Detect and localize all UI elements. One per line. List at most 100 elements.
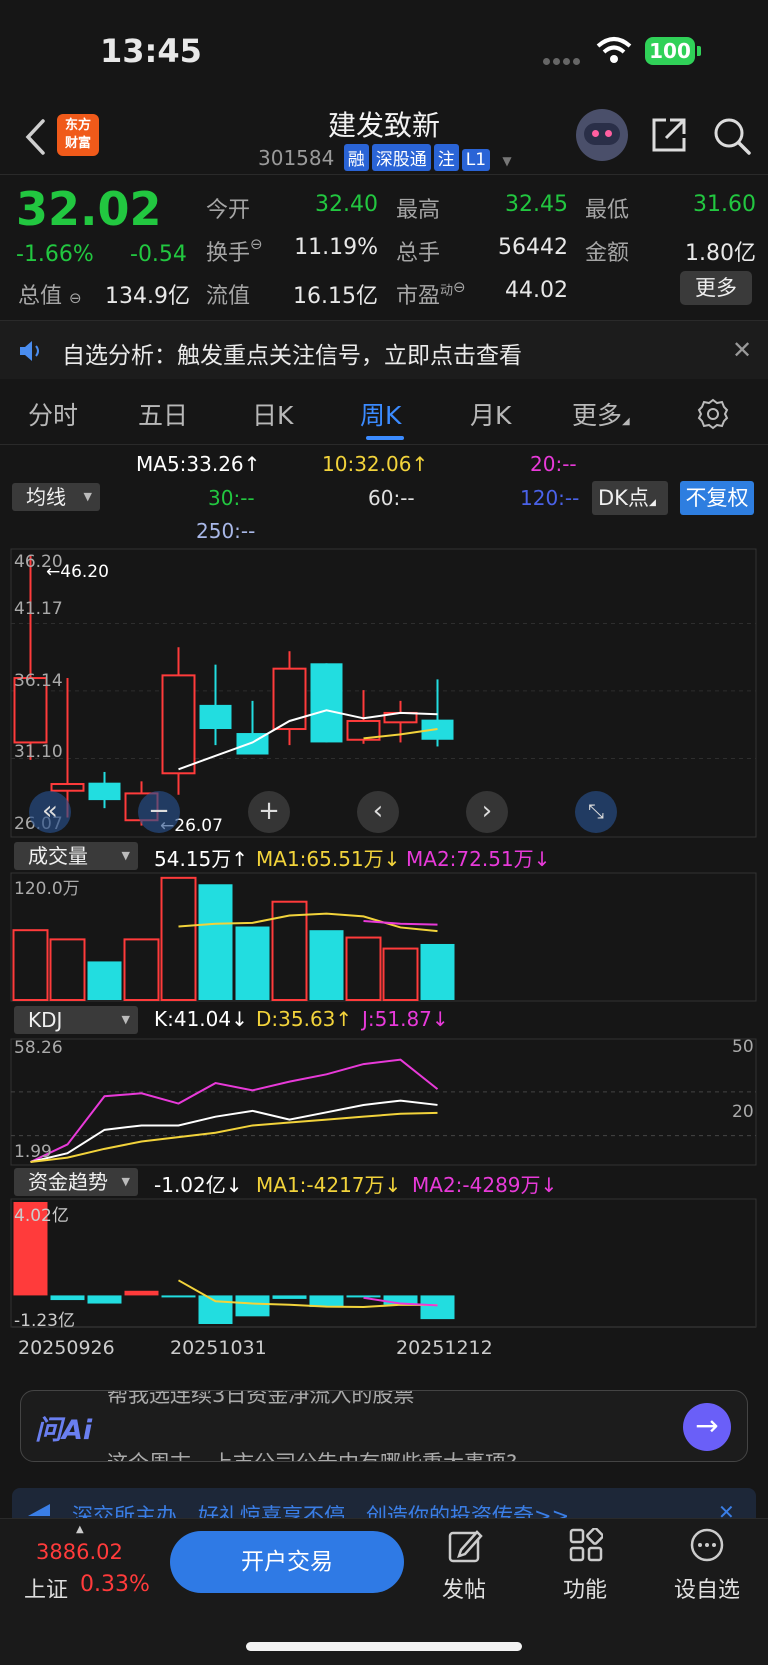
post-edit-icon[interactable]: [447, 1528, 483, 1564]
ai-suggestion-2[interactable]: 这个周末，上市公司公告中有哪些重大事项?: [107, 1447, 517, 1461]
volume-ma2-line: [363, 920, 438, 926]
ai-label: 问Ai: [35, 1415, 93, 1446]
index-value[interactable]: 3886.02: [36, 1540, 123, 1564]
ai-assistant-bar[interactable]: 问Ai 帮我选连续3日资金净流入的股票 这个周末，上市公司公告中有哪些重大事项?…: [20, 1390, 748, 1462]
kdj-chart[interactable]: [0, 1038, 768, 1166]
function-grid-icon[interactable]: [569, 1528, 603, 1562]
more-button[interactable]: 更多: [680, 271, 752, 305]
stock-code: 301584: [258, 146, 335, 170]
volume-bar: [382, 947, 419, 1002]
share-icon[interactable]: [650, 116, 688, 154]
change-amount: -0.54: [130, 242, 187, 267]
robot-avatar-icon[interactable]: [576, 109, 628, 161]
info-icon: ⊖: [453, 278, 466, 296]
close-icon[interactable]: ✕: [732, 336, 752, 364]
settings-gear-icon[interactable]: [697, 398, 729, 430]
kdj-dropdown[interactable]: KDJ ▼: [14, 1006, 138, 1034]
high-label: 最高: [396, 198, 441, 223]
tab-more[interactable]: 更多◢: [572, 396, 630, 432]
dk-point-button[interactable]: DK点◢: [592, 481, 668, 515]
stock-code-row[interactable]: 301584 融深股通注 L1 ▼: [258, 144, 512, 172]
divider: [0, 174, 768, 175]
volume-label: 总手: [396, 241, 441, 266]
tab-five-day[interactable]: 五日: [138, 396, 188, 432]
more-dots-icon[interactable]: [689, 1527, 725, 1563]
axis-band: [12, 1326, 756, 1328]
x-axis-label-3: 20251212: [396, 1337, 493, 1359]
fund-bar: [198, 1295, 233, 1324]
tab-weekly[interactable]: 周K: [360, 396, 401, 432]
volume-value: 54.15万↑: [154, 847, 249, 871]
ma60-value: 60:--: [368, 486, 415, 510]
index-change[interactable]: 0.33%: [80, 1572, 150, 1597]
mcap-label: 总值 ⊖: [18, 284, 82, 309]
scroll-left-fast-icon[interactable]: «: [29, 791, 71, 833]
adjust-button[interactable]: 不复权: [680, 481, 754, 515]
pe-value: 44.02: [505, 278, 568, 303]
open-account-trade-button[interactable]: 开户交易: [170, 1531, 404, 1593]
volume-bar: [235, 926, 270, 1000]
speaker-icon: [20, 341, 39, 361]
fund-ma1: MA1:-4217万↓: [256, 1173, 402, 1197]
turnover-value: 11.19%: [294, 235, 378, 260]
volume-bar: [198, 884, 233, 1000]
search-icon[interactable]: [712, 116, 752, 156]
index-name[interactable]: 上证: [24, 1572, 68, 1604]
info-icon: ⊖: [250, 235, 263, 253]
scroll-right-icon[interactable]: ›: [466, 791, 508, 833]
fund-bar: [124, 1290, 159, 1296]
ma30-value: 30:--: [208, 486, 255, 510]
tab-intraday[interactable]: 分时: [28, 396, 78, 432]
fund-bar: [161, 1295, 196, 1298]
nav-function[interactable]: 功能: [563, 1572, 607, 1604]
nav-post[interactable]: 发帖: [442, 1572, 486, 1604]
volume-bar: [345, 936, 382, 1001]
volume-value: 56442: [498, 235, 568, 260]
fund-chart[interactable]: [0, 1198, 768, 1328]
ma250-value: 250:--: [196, 519, 256, 543]
chevron-down-icon: ▼: [502, 154, 512, 168]
ma10-value: 10:32.06↑: [322, 452, 429, 476]
tag-registered: 注: [433, 144, 459, 171]
ma20-value: 20:--: [530, 452, 577, 476]
turnover-label: 换手⊖: [206, 235, 263, 266]
tab-monthly[interactable]: 月K: [470, 396, 511, 432]
fund-dropdown[interactable]: 资金趋势 ▼: [14, 1168, 138, 1196]
fund-value: -1.02亿↓: [154, 1173, 243, 1197]
fund-ma2: MA2:-4289万↓: [412, 1173, 558, 1197]
ai-send-arrow-icon[interactable]: →: [683, 1403, 731, 1451]
fullscreen-icon[interactable]: ⤡: [575, 791, 617, 833]
status-time: 13:45: [100, 32, 202, 70]
kdj-y-max: 58.26: [14, 1038, 63, 1058]
volume-dropdown[interactable]: 成交量 ▼: [14, 842, 138, 870]
candle-body: [50, 783, 85, 792]
open-value: 32.40: [315, 192, 378, 217]
tag-margin: 融: [343, 144, 369, 171]
fund-bar: [235, 1295, 270, 1317]
zoom-in-icon[interactable]: +: [248, 791, 290, 833]
volume-chart[interactable]: [0, 872, 768, 1002]
notice-text[interactable]: 自选分析：触发重点关注信号，立即点击查看: [62, 336, 522, 370]
ai-suggestion-1[interactable]: 帮我选连续3日资金净流入的股票: [107, 1391, 414, 1409]
fund-bar: [50, 1295, 85, 1301]
zoom-out-icon[interactable]: −: [138, 791, 180, 833]
change-percent: -1.66%: [16, 242, 94, 267]
ma5-value: MA5:33.26↑: [136, 452, 261, 476]
nav-add-watchlist[interactable]: 设自选: [674, 1572, 740, 1604]
wifi-icon: [596, 37, 632, 63]
battery-icon: 100: [645, 37, 695, 65]
volume-bar: [12, 929, 49, 1002]
amount-value: 1.80亿: [685, 241, 756, 266]
float-value: 16.15亿: [293, 284, 378, 309]
tab-daily[interactable]: 日K: [252, 396, 293, 432]
fund-y-min: -1.23亿: [14, 1311, 75, 1331]
volume-bar: [123, 938, 160, 1001]
kdj-y-min: 1.99: [14, 1142, 52, 1162]
volume-bar: [420, 943, 455, 1000]
ma-dropdown[interactable]: 均线 ▼: [12, 483, 100, 511]
candle-body: [161, 674, 196, 775]
scroll-left-icon[interactable]: ‹: [357, 791, 399, 833]
kline-max-marker: ←46.20: [46, 562, 109, 582]
kdj-ref-50: 50: [732, 1037, 754, 1057]
kdj-ref-20: 20: [732, 1102, 754, 1122]
